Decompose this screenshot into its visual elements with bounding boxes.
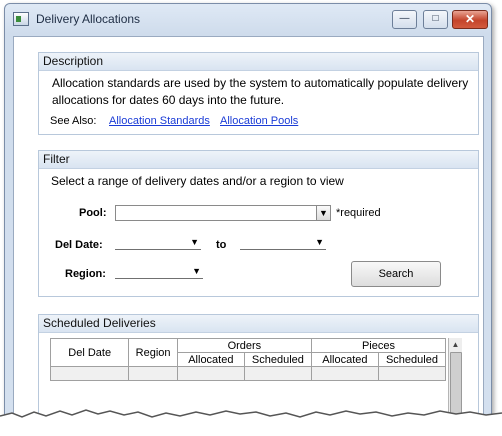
maximize-button[interactable]: □ [423,10,448,29]
search-button[interactable]: Search [351,261,441,287]
region-select[interactable]: ▼ [115,264,203,279]
dropdown-arrow-icon: ▼ [190,237,199,247]
close-button[interactable]: ✕ [452,10,488,29]
table-cell[interactable] [243,366,312,381]
col-orders-scheduled[interactable]: Scheduled [243,352,312,367]
dropdown-arrow-icon: ▼ [315,237,324,247]
col-orders-allocated[interactable]: Allocated [176,352,245,367]
col-region[interactable]: Region [128,338,178,367]
required-note: *required [336,207,381,219]
pool-select[interactable]: ▼ [115,205,331,221]
app-icon [13,12,29,26]
scheduled-deliveries-grid: Del Date Region Orders Pieces Allocated … [49,338,447,381]
table-cell[interactable] [377,366,447,381]
col-del-date[interactable]: Del Date [49,338,130,367]
table-cell[interactable] [128,366,178,381]
minimize-button[interactable]: — [392,10,417,29]
new-row-placeholder[interactable] [49,366,447,381]
window-title: Delivery Allocations [36,12,141,26]
torn-edge-decoration [0,409,502,436]
col-group-orders: Orders [176,338,312,353]
dropdown-arrow-icon: ▼ [192,266,201,276]
table-cell[interactable] [176,366,245,381]
region-label: Region: [65,268,106,280]
delivery-allocations-window: Delivery Allocations — □ ✕ Description A… [4,3,492,435]
table-cell[interactable] [310,366,379,381]
filter-panel: Filter Select a range of delivery dates … [38,150,479,297]
description-text: Allocation standards are used by the sys… [52,76,469,107]
description-panel: Description Allocation standards are use… [38,52,479,135]
title-bar[interactable]: Delivery Allocations — □ ✕ [5,4,491,34]
del-date-label: Del Date: [55,239,103,251]
pool-label: Pool: [79,207,107,219]
filter-prompt: Select a range of delivery dates and/or … [51,174,344,188]
allocation-standards-link[interactable]: Allocation Standards [109,115,210,127]
col-group-pieces: Pieces [310,338,447,353]
col-pieces-allocated[interactable]: Allocated [310,352,379,367]
see-also-label: See Also: [50,115,97,127]
scheduled-deliveries-header: Scheduled Deliveries [39,315,478,333]
table-cell[interactable] [49,366,130,381]
allocation-pools-link[interactable]: Allocation Pools [220,115,298,127]
del-date-to-select[interactable]: ▼ [240,235,326,250]
filter-header: Filter [39,151,478,169]
del-date-from-select[interactable]: ▼ [115,235,201,250]
scroll-up-icon[interactable]: ▲ [449,338,462,351]
dropdown-arrow-icon: ▼ [316,206,330,220]
window-client-area: Description Allocation standards are use… [13,36,484,434]
to-label: to [216,239,227,251]
col-pieces-scheduled[interactable]: Scheduled [377,352,447,367]
description-header: Description [39,53,478,71]
